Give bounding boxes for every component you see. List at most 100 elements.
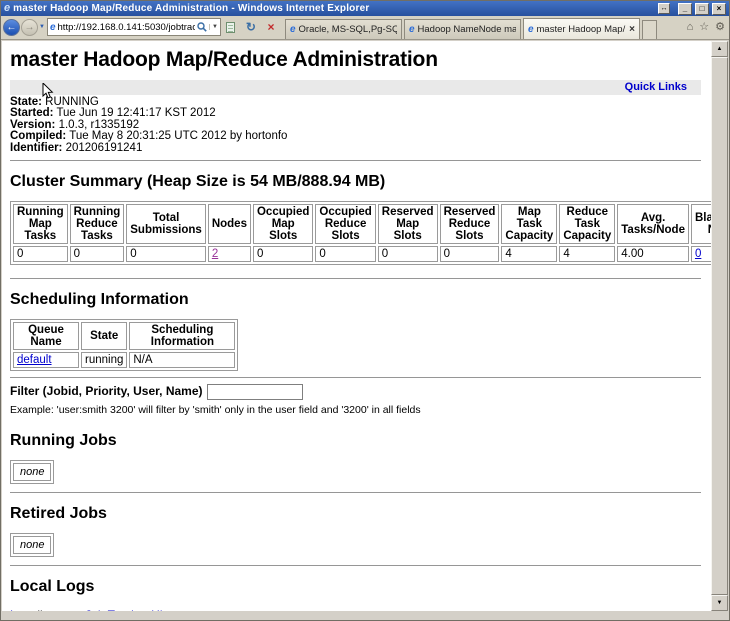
occupied-map-slots-value: 0 xyxy=(253,246,313,262)
back-button[interactable]: ← xyxy=(3,19,20,36)
tab-label: master Hadoop Map/Re... xyxy=(537,24,627,35)
col-reserved-reduce-slots: Reserved Reduce Slots xyxy=(440,204,500,244)
reduce-task-capacity-value: 4 xyxy=(559,246,615,262)
stop-icon: × xyxy=(267,20,274,34)
compiled-value: Tue May 8 20:31:25 UTC 2012 by hortonfo xyxy=(66,130,287,142)
local-logs-heading: Local Logs xyxy=(10,578,701,596)
running-reduce-tasks-value: 0 xyxy=(70,246,125,262)
tools-gear-icon[interactable]: ⚙ xyxy=(715,21,725,33)
started-value: Tue Jun 19 12:41:17 KST 2012 xyxy=(53,107,215,119)
home-icon[interactable]: ⌂ xyxy=(687,21,694,33)
divider xyxy=(10,160,701,161)
compatibility-view-button[interactable] xyxy=(221,18,241,36)
local-logs-line: Log directory, Job Tracker History xyxy=(10,608,701,611)
started-label: Started: xyxy=(10,107,53,119)
state-value: RUNNING xyxy=(42,96,99,108)
tab-jobtracker-active[interactable]: e master Hadoop Map/Re... × xyxy=(523,18,640,39)
cluster-summary-heading: Cluster Summary (Heap Size is 54 MB/888.… xyxy=(10,173,701,191)
page-title: master Hadoop Map/Reduce Administration xyxy=(10,48,701,71)
new-tab-button[interactable] xyxy=(642,20,657,39)
compatibility-page-icon xyxy=(226,22,235,33)
tab-strip: e Oracle, MS-SQL,Pg-SQL :.. e Hadoop Nam… xyxy=(285,15,657,39)
running-jobs-table: none xyxy=(10,460,54,484)
divider xyxy=(10,565,701,566)
tab-favicon-icon: e xyxy=(290,24,296,35)
col-reduce-task-capacity: Reduce Task Capacity xyxy=(559,204,615,244)
table-value-row: 0 0 0 2 0 0 0 0 4 4 4.00 0 0 0 xyxy=(13,246,711,262)
col-scheduling-info: Scheduling Information xyxy=(129,322,235,350)
nodes-value: 2 xyxy=(208,246,251,262)
maximize-button[interactable]: □ xyxy=(695,3,709,15)
stop-button[interactable]: × xyxy=(261,18,281,36)
address-dropdown-icon[interactable]: ▼ xyxy=(209,24,218,30)
url-text[interactable]: http://192.168.0.141:5030/jobtracker.jsp xyxy=(58,22,195,33)
map-task-capacity-value: 4 xyxy=(501,246,557,262)
table-row: none xyxy=(13,536,51,554)
tab-label: Oracle, MS-SQL,Pg-SQL :.. xyxy=(299,24,397,35)
tab-favicon-icon: e xyxy=(528,24,534,35)
identifier-value: 201206191241 xyxy=(62,142,142,154)
filter-label: Filter (Jobid, Priority, User, Name) xyxy=(10,384,203,398)
forward-button[interactable]: → xyxy=(21,19,38,36)
running-jobs-none: none xyxy=(13,463,51,481)
filter-example: Example: 'user:smith 3200' will filter b… xyxy=(10,404,701,416)
state-label: State: xyxy=(10,96,42,108)
tab-favicon-icon: e xyxy=(409,24,415,35)
close-button[interactable]: × xyxy=(712,3,726,15)
tab-hadoop-namenode[interactable]: e Hadoop NameNode maste... xyxy=(404,19,521,39)
table-header-row: Running Map Tasks Running Reduce Tasks T… xyxy=(13,204,711,244)
col-blacklisted-nodes: Blacklisted Nodes xyxy=(691,204,711,244)
minimize-button[interactable]: _ xyxy=(678,3,692,15)
queue-state-cell: running xyxy=(81,352,127,368)
identifier-line: Identifier: 201206191241 xyxy=(10,143,701,154)
total-submissions-value: 0 xyxy=(126,246,206,262)
col-reserved-map-slots: Reserved Map Slots xyxy=(378,204,438,244)
vertical-scrollbar[interactable]: ▲ ▼ xyxy=(711,41,728,611)
scroll-up-icon[interactable]: ▲ xyxy=(711,41,728,57)
col-total-submissions: Total Submissions xyxy=(126,204,206,244)
search-icon[interactable] xyxy=(197,22,207,32)
job-tracker-history-link[interactable]: Job Tracker History xyxy=(85,608,188,611)
favorites-icon[interactable]: ☆ xyxy=(699,21,709,33)
page-favicon-icon: e xyxy=(50,22,56,33)
filter-input[interactable] xyxy=(207,384,303,400)
tab-label: Hadoop NameNode maste... xyxy=(418,24,516,35)
table-row: default running N/A xyxy=(13,352,235,368)
running-jobs-heading: Running Jobs xyxy=(10,432,701,450)
table-header-row: Queue Name State Scheduling Information xyxy=(13,322,235,350)
occupied-reduce-slots-value: 0 xyxy=(315,246,375,262)
blacklisted-nodes-link[interactable]: 0 xyxy=(695,248,701,260)
history-dropdown-icon[interactable]: ▼ xyxy=(39,24,45,30)
tab-close-icon[interactable]: × xyxy=(629,24,635,35)
scheduling-heading: Scheduling Information xyxy=(10,291,701,309)
divider xyxy=(10,492,701,493)
filter-row: Filter (Jobid, Priority, User, Name) xyxy=(10,384,701,400)
log-directory-link[interactable]: Log xyxy=(10,608,30,611)
resize-icon[interactable]: ↔ xyxy=(658,3,670,14)
quick-links-link[interactable]: Quick Links xyxy=(625,81,687,93)
version-label: Version: xyxy=(10,119,55,131)
avg-tasks-node-value: 4.00 xyxy=(617,246,689,262)
col-map-task-capacity: Map Task Capacity xyxy=(501,204,557,244)
col-nodes: Nodes xyxy=(208,204,251,244)
col-state: State xyxy=(81,322,127,350)
divider xyxy=(10,278,701,279)
col-occupied-map-slots: Occupied Map Slots xyxy=(253,204,313,244)
scheduling-table: Queue Name State Scheduling Information … xyxy=(10,319,238,371)
retired-jobs-table: none xyxy=(10,533,54,557)
scroll-down-icon[interactable]: ▼ xyxy=(711,595,728,611)
col-occupied-reduce-slots: Occupied Reduce Slots xyxy=(315,204,375,244)
directory-text: directory, xyxy=(30,608,85,611)
queue-info-cell: N/A xyxy=(129,352,235,368)
queue-default-link[interactable]: default xyxy=(17,354,52,366)
tab-oracle[interactable]: e Oracle, MS-SQL,Pg-SQL :.. xyxy=(285,19,402,39)
refresh-button[interactable]: ↻ xyxy=(241,18,261,36)
scrollbar-thumb[interactable] xyxy=(711,57,728,595)
queue-name-cell: default xyxy=(13,352,79,368)
address-bar[interactable]: e http://192.168.0.141:5030/jobtracker.j… xyxy=(47,18,221,36)
refresh-icon: ↻ xyxy=(246,20,256,34)
browser-toolbar: ← → ▼ e http://192.168.0.141:5030/jobtra… xyxy=(1,16,729,40)
running-map-tasks-value: 0 xyxy=(13,246,68,262)
reserved-map-slots-value: 0 xyxy=(378,246,438,262)
nodes-link[interactable]: 2 xyxy=(212,248,218,260)
